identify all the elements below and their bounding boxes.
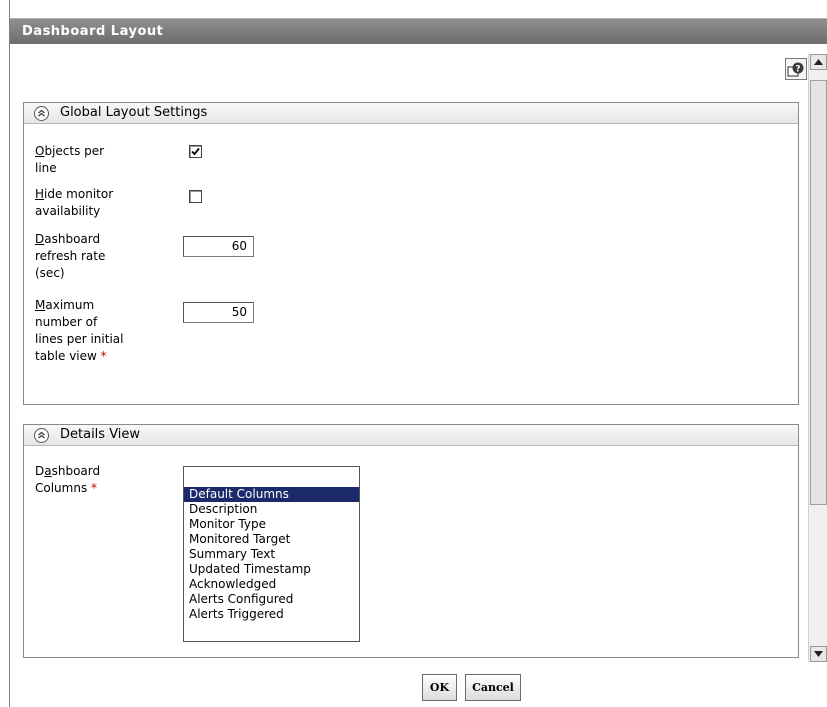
dashboard-columns-listbox[interactable]: Default Columns Description Monitor Type…: [183, 466, 360, 642]
hide-monitor-availability-checkbox[interactable]: [189, 190, 202, 203]
details-view-panel: Details View Dashboard Columns * Default…: [23, 424, 799, 658]
list-option[interactable]: Alerts Configured: [184, 592, 359, 607]
svg-text:?: ?: [795, 65, 800, 75]
maximum-lines-label: Maximum number of lines per initial tabl…: [35, 298, 124, 363]
hide-monitor-availability-label: Hide monitor availability: [35, 187, 114, 218]
collapse-chevrons-up-icon[interactable]: [34, 428, 49, 443]
dashboard-refresh-rate-label: Dashboard refresh rate (sec): [35, 232, 106, 280]
scrollbar-thumb[interactable]: [810, 80, 827, 505]
panel-title: Global Layout Settings: [60, 105, 208, 120]
collapse-chevrons-up-icon[interactable]: [34, 106, 49, 121]
list-option[interactable]: Default Columns: [184, 487, 359, 502]
required-asterisk: *: [100, 349, 107, 363]
global-layout-settings-header[interactable]: Global Layout Settings: [24, 103, 798, 124]
list-option[interactable]: Description: [184, 502, 359, 517]
dashboard-layout-dialog: Dashboard Layout ? Global Layout Setting…: [9, 0, 827, 707]
help-icon: ?: [787, 62, 804, 77]
cancel-button[interactable]: Cancel: [465, 674, 521, 701]
dialog-title: Dashboard Layout: [10, 18, 827, 44]
scroll-down-button[interactable]: [810, 646, 827, 662]
vertical-scrollbar[interactable]: [808, 54, 827, 662]
list-option[interactable]: Alerts Triggered: [184, 607, 359, 622]
list-option[interactable]: Acknowledged: [184, 577, 359, 592]
list-option[interactable]: Monitored Target: [184, 532, 359, 547]
dashboard-refresh-rate-input[interactable]: 60: [183, 236, 254, 257]
arrow-down-icon: [814, 651, 823, 657]
help-button[interactable]: ?: [785, 58, 807, 80]
list-option[interactable]: Updated Timestamp: [184, 562, 359, 577]
list-option[interactable]: Summary Text: [184, 547, 359, 562]
dashboard-columns-label: Dashboard Columns *: [35, 464, 101, 495]
ok-button[interactable]: OK: [422, 674, 457, 701]
checkmark-icon: [191, 147, 200, 156]
required-asterisk: *: [91, 481, 98, 495]
maximum-lines-input[interactable]: 50: [183, 302, 254, 323]
arrow-up-icon: [814, 59, 823, 65]
details-view-header[interactable]: Details View: [24, 425, 798, 446]
scroll-up-button[interactable]: [810, 54, 827, 70]
panel-title: Details View: [60, 427, 141, 442]
objects-per-line-checkbox[interactable]: [189, 145, 202, 158]
global-layout-settings-panel: Global Layout Settings Objects per line …: [23, 102, 799, 405]
list-option[interactable]: Monitor Type: [184, 517, 359, 532]
objects-per-line-label: Objects per line: [35, 144, 105, 175]
